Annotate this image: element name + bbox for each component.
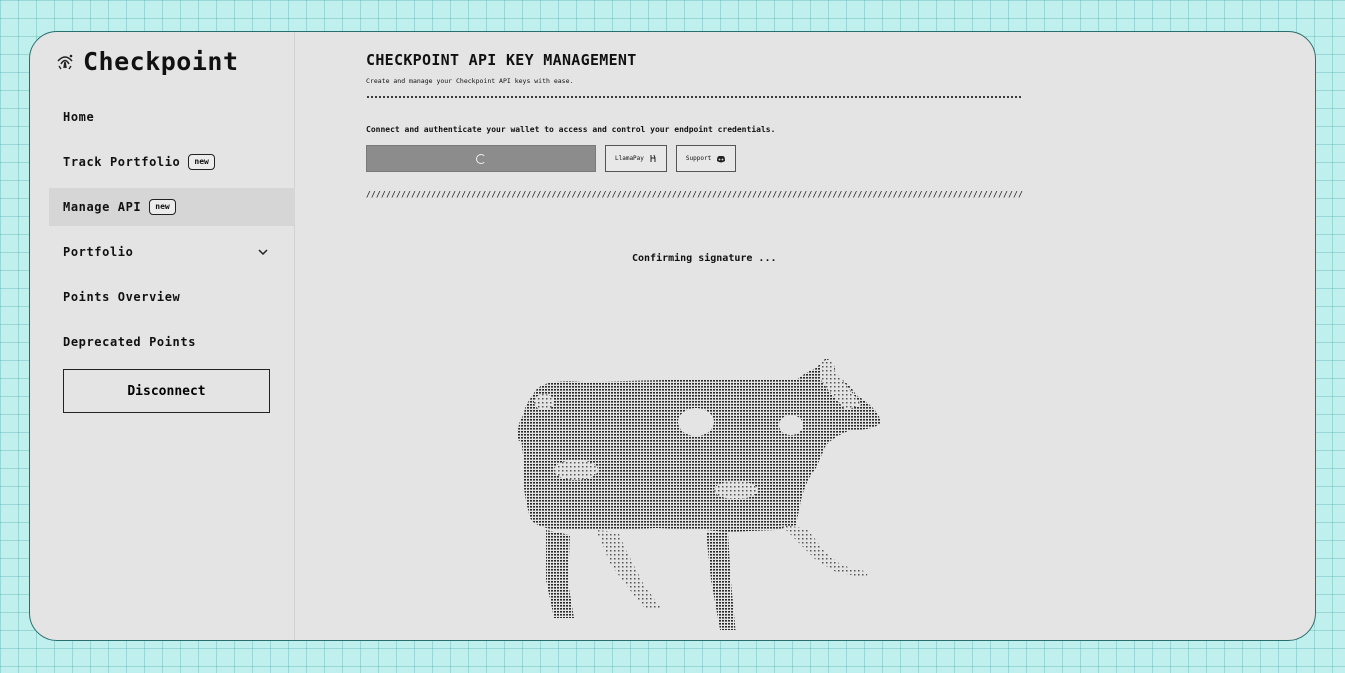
sidebar-item-label: Home: [63, 110, 95, 124]
sidebar-item-label: Deprecated Points: [63, 335, 197, 349]
sidebar-item-points-overview[interactable]: Points Overview: [49, 278, 295, 316]
sidebar-item-portfolio[interactable]: Portfolio: [49, 233, 295, 271]
ascii-cow-illustration: [517, 358, 881, 630]
llamapay-button[interactable]: LlamaPay: [605, 145, 667, 172]
app-window: Checkpoint Home Track Portfolio new Mana…: [29, 31, 1316, 641]
sidebar-item-home[interactable]: Home: [49, 98, 295, 136]
sidebar-item-label: Track Portfolio: [63, 155, 181, 169]
chevron-down-icon[interactable]: [257, 246, 269, 258]
slash-divider: ////////////////////////////////////////…: [366, 190, 1023, 199]
connect-wallet-button[interactable]: [366, 145, 596, 172]
dotted-divider: [366, 95, 1023, 99]
support-button[interactable]: Support: [675, 145, 737, 172]
page-description: Connect and authenticate your wallet to …: [366, 125, 776, 134]
action-row: LlamaPay Support: [366, 145, 737, 172]
fingerprint-logo-icon: [57, 54, 73, 69]
page-subtitle: Create and manage your Checkpoint API ke…: [366, 77, 574, 85]
sidebar-item-label: Points Overview: [63, 290, 181, 304]
disconnect-button[interactable]: Disconnect: [63, 369, 270, 413]
page-title: CHECKPOINT API KEY MANAGEMENT: [366, 51, 637, 69]
llama-icon: [650, 154, 656, 162]
new-badge: new: [188, 154, 215, 170]
new-badge: new: [149, 199, 176, 215]
sidebar-item-deprecated-points[interactable]: Deprecated Points: [49, 323, 295, 361]
sidebar: Checkpoint Home Track Portfolio new Mana…: [30, 32, 295, 640]
brand[interactable]: Checkpoint: [55, 47, 239, 76]
sidebar-item-label: Manage API: [63, 200, 142, 214]
brand-name: Checkpoint: [83, 47, 239, 76]
support-label: Support: [685, 155, 712, 162]
sidebar-item-label: Portfolio: [63, 245, 134, 259]
discord-icon: [717, 155, 726, 162]
spinner-icon: [476, 153, 486, 164]
status-text: Confirming signature ...: [632, 253, 777, 264]
llamapay-label: LlamaPay: [615, 155, 644, 162]
sidebar-nav: Home Track Portfolio new Manage API new …: [49, 98, 295, 368]
sidebar-item-track-portfolio[interactable]: Track Portfolio new: [49, 143, 295, 181]
main-content: CHECKPOINT API KEY MANAGEMENT Create and…: [366, 32, 1315, 640]
sidebar-item-manage-api[interactable]: Manage API new: [49, 188, 295, 226]
